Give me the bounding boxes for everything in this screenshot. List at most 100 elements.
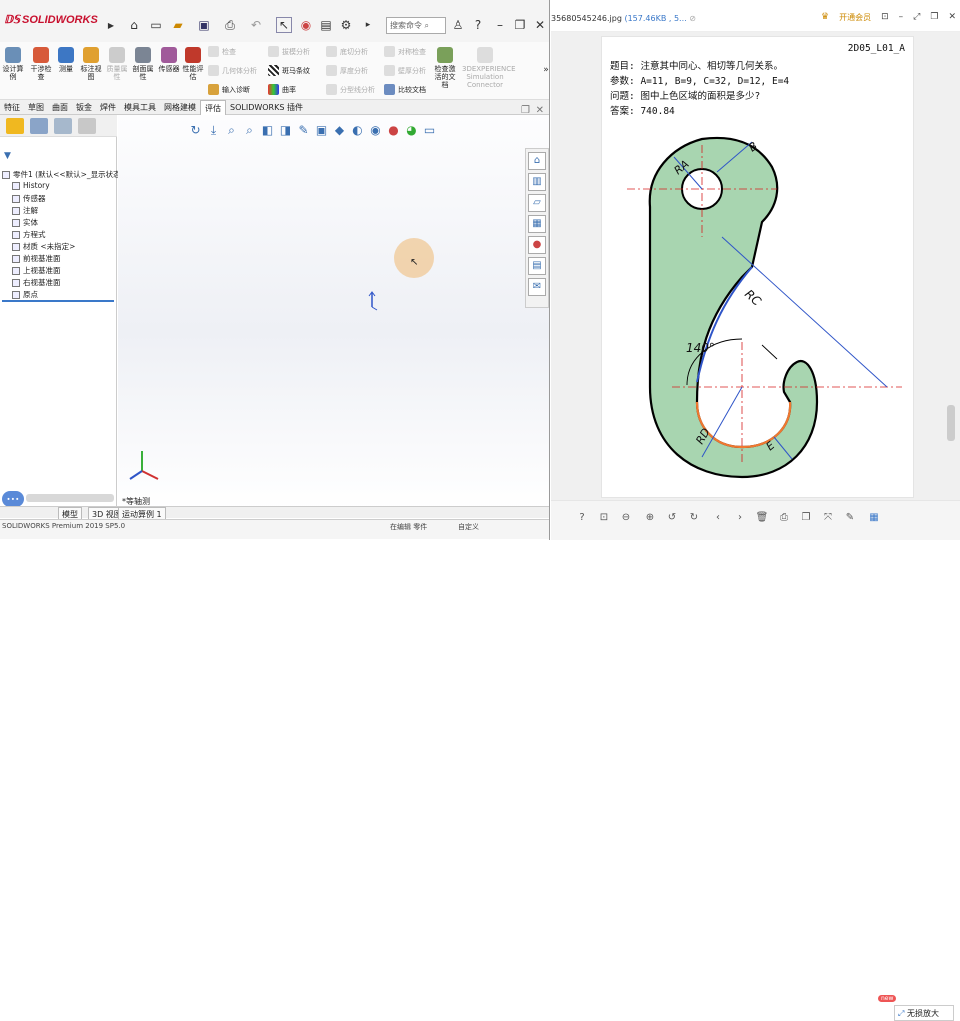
print-image-icon[interactable]: ⎙ [777,511,791,525]
zoom-fit-icon[interactable]: ↻ [188,123,203,138]
zoom-in-icon[interactable]: ⊕ [643,511,657,525]
viewer-restore-icon[interactable]: ❐ [930,12,938,23]
edit-appearance-icon[interactable]: ◐ [350,123,365,138]
tree-item[interactable]: 注解 [12,205,38,216]
design-study-button[interactable]: 设计算例 [2,47,24,81]
tab-8[interactable]: SOLIDWORKS 插件 [226,100,307,115]
tab-6[interactable]: 网格建模 [160,100,200,115]
tab-1[interactable]: 草图 [24,100,48,115]
crop-icon[interactable]: ⊡ [597,511,611,525]
help-icon[interactable]: ? [470,17,486,33]
share-icon[interactable]: ⊘ [689,14,696,23]
geometry-analysis-button[interactable]: 几何体分析 [208,65,257,76]
open-vip-link[interactable]: 开通会员 [839,12,871,23]
undo-icon[interactable]: ↶ [248,17,264,33]
draft-analysis-button[interactable]: 拔模分析 [268,46,310,57]
tree-item[interactable]: 右视基准面 [12,277,61,288]
home-icon[interactable]: ⌂ [126,17,142,33]
tree-item[interactable]: 原点 [12,289,38,300]
window-restore-icon[interactable]: ❐ [521,105,530,116]
file-explorer-icon[interactable]: ▱ [528,194,546,212]
custom-properties-icon[interactable]: ▤ [528,257,546,275]
search-commands-input[interactable]: 搜索命令 ⌕ [386,17,446,34]
render-icon[interactable]: ● [386,123,401,138]
fit-screen-icon[interactable]: ⤧ [821,511,835,525]
solidworks-forum-icon[interactable]: ✉ [528,278,546,296]
design-library-icon[interactable]: ▥ [528,173,546,191]
expand-menu-icon[interactable]: ▸ [360,17,376,33]
compare-documents-button[interactable]: 比较文档 [384,84,426,95]
parting-line-button[interactable]: 分型线分析 [326,84,375,95]
rotate-left-icon[interactable]: ↺ [665,511,679,525]
previous-view-icon[interactable]: ⌕ [224,123,239,138]
markup-button[interactable]: 标注视图 [80,47,102,81]
open-folder-icon[interactable]: ▰ [170,17,186,33]
symmetry-check-button[interactable]: 对称检查 [384,46,426,57]
tree-item[interactable]: 零件1 (默认<<默认>_显示状态 [2,169,121,180]
rotate-right-icon[interactable]: ↻ [687,511,701,525]
zoom-area-icon[interactable]: ⤓ [206,123,221,138]
ribbon-more-icon[interactable]: » [538,62,549,78]
property-manager-icon[interactable] [30,118,48,134]
section-view-icon[interactable]: ◧ [260,123,275,138]
measure-button[interactable]: 测量 [55,47,77,73]
window-close-icon[interactable]: ✕ [536,105,544,116]
select-pointer-icon[interactable]: ↖ [276,17,292,33]
feature-manager-icon[interactable] [6,118,24,134]
curvature-button[interactable]: 曲率 [268,84,296,95]
check-button[interactable]: 检查 [208,46,236,57]
rollback-bar[interactable] [2,300,114,302]
tab-4[interactable]: 焊件 [96,100,120,115]
menu-expand-icon[interactable]: ▶ [103,17,119,33]
display-style-icon[interactable]: ▣ [314,123,329,138]
tree-item[interactable]: 前视基准面 [12,253,61,264]
dynamic-annotation-icon[interactable]: ◨ [278,123,293,138]
viewer-minimize-icon[interactable]: – [899,12,904,23]
options-gear-icon[interactable]: ⚙ [338,17,354,33]
tree-item[interactable]: 方程式 [12,229,46,240]
zoom-icon[interactable]: ⌕ [242,123,257,138]
tree-item[interactable]: 实体 [12,217,38,228]
filter-icon[interactable]: ▼ [4,151,11,161]
config-manager-icon[interactable] [54,118,72,134]
pin-icon[interactable]: ⊡ [881,12,889,23]
appearances-icon[interactable]: ● [528,236,546,254]
viewer-scrollbar[interactable] [947,405,955,441]
performance-button[interactable]: 性能评估 [182,47,204,81]
tree-item[interactable]: 上视基准面 [12,265,61,276]
viewer-close-icon[interactable]: ✕ [948,12,956,23]
save-icon[interactable]: ▣ [196,17,212,33]
help-circle-icon[interactable]: ? [575,511,589,525]
zoom-out-icon[interactable]: ⊖ [619,511,633,525]
dimxpert-icon[interactable] [78,118,96,134]
edit-icon[interactable]: ✎ [843,511,857,525]
next-image-icon[interactable]: › [733,511,747,525]
tab-3[interactable]: 钣金 [72,100,96,115]
tree-item[interactable]: History [12,181,50,190]
tree-item[interactable]: 传感器 [12,193,46,204]
minimize-icon[interactable]: – [492,17,508,33]
tab-7[interactable]: 评估 [200,100,226,115]
simulation-connector-button[interactable]: 3DEXPERIENCE Simulation Connector [462,47,516,89]
horizontal-scrollbar[interactable] [26,494,114,502]
view-palette-icon[interactable]: ▦ [528,215,546,233]
undercut-button[interactable]: 底切分析 [326,46,368,57]
delete-icon[interactable]: 🗑 [755,511,769,525]
tree-item[interactable]: 材质 <未指定> [12,241,75,252]
tab-0[interactable]: 特征 [0,100,24,115]
tab-2[interactable]: 曲面 [48,100,72,115]
resources-home-icon[interactable]: ⌂ [528,152,546,170]
new-document-icon[interactable]: ▭ [148,17,164,33]
wall-thickness-button[interactable]: 壁厚分析 [384,65,426,76]
lossless-zoom-button[interactable]: ⤢ 无损放大 [894,1005,954,1021]
check-active-document-button[interactable]: 检查激活的文档 [432,47,458,89]
realview-icon[interactable]: ◕ [404,123,419,138]
user-icon[interactable]: ♙ [450,17,466,33]
view-orientation-icon[interactable]: ✎ [296,123,311,138]
mass-props-button[interactable]: 质量属性 [106,47,128,81]
thickness-button[interactable]: 厚度分析 [326,65,368,76]
tab-5[interactable]: 模具工具 [120,100,160,115]
previous-image-icon[interactable]: ‹ [711,511,725,525]
status-units[interactable]: 自定义 [458,522,479,532]
restore-icon[interactable]: ❐ [512,17,528,33]
